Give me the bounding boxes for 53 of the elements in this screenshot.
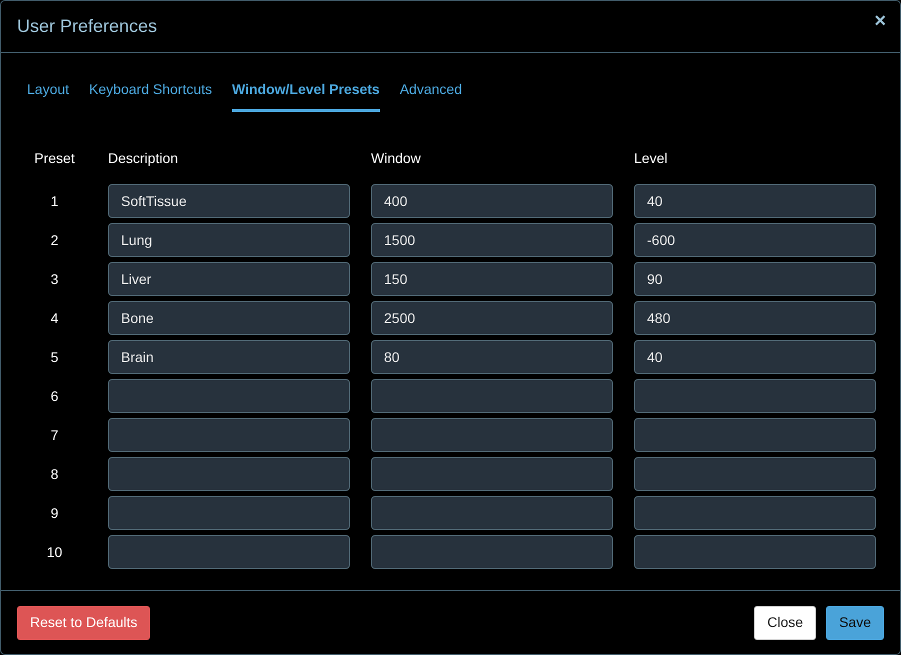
- preset-number: 10: [46, 544, 62, 560]
- preset-number: 1: [50, 192, 58, 208]
- close-button[interactable]: ×: [874, 11, 886, 31]
- description-field[interactable]: [108, 496, 350, 530]
- description-field[interactable]: [108, 535, 350, 569]
- window-field[interactable]: [371, 535, 613, 569]
- window-field[interactable]: 400: [371, 184, 613, 218]
- description-field[interactable]: Bone: [108, 301, 350, 335]
- window-field[interactable]: 150: [371, 262, 613, 296]
- description-field[interactable]: [108, 418, 350, 452]
- preset-number: 9: [50, 504, 58, 520]
- save-button[interactable]: Save: [826, 606, 884, 640]
- description-field[interactable]: SoftTissue: [108, 184, 350, 218]
- description-field[interactable]: [108, 457, 350, 491]
- preset-number: 2: [50, 232, 58, 248]
- level-field[interactable]: 90: [634, 262, 876, 296]
- window-field[interactable]: [371, 418, 613, 452]
- level-field[interactable]: [634, 496, 876, 530]
- level-field[interactable]: [634, 379, 876, 413]
- column-header: Description: [108, 149, 180, 168]
- tab[interactable]: Advanced: [400, 79, 462, 112]
- preset-number: 4: [50, 310, 58, 326]
- level-field[interactable]: 480: [634, 301, 876, 335]
- column-header: Window: [371, 149, 422, 168]
- window-field[interactable]: 1500: [371, 223, 613, 257]
- description-field[interactable]: Liver: [108, 262, 350, 296]
- level-field[interactable]: -600: [634, 223, 876, 257]
- description-field[interactable]: Lung: [108, 223, 350, 257]
- level-field[interactable]: [634, 457, 876, 491]
- tab[interactable]: Keyboard Shortcuts: [89, 79, 212, 112]
- reset-button[interactable]: Reset to Defaults: [17, 606, 150, 640]
- column-header: Level: [634, 149, 668, 168]
- level-field[interactable]: [634, 535, 876, 569]
- window-field[interactable]: [371, 496, 613, 530]
- column-header: Preset: [33, 149, 76, 168]
- window-field[interactable]: [371, 379, 613, 413]
- preset-number: 5: [50, 348, 58, 364]
- preset-number: 3: [50, 270, 58, 286]
- window-field[interactable]: 80: [371, 340, 613, 374]
- tab[interactable]: Window/Level Presets: [232, 79, 380, 112]
- window-field[interactable]: [371, 457, 613, 491]
- level-field[interactable]: 40: [634, 340, 876, 374]
- preset-number: 8: [50, 466, 58, 482]
- description-field[interactable]: [108, 379, 350, 413]
- description-field[interactable]: Brain: [108, 340, 350, 374]
- close-button[interactable]: Close: [754, 606, 816, 640]
- level-field[interactable]: 40: [634, 184, 876, 218]
- preset-number: 7: [50, 426, 58, 442]
- level-field[interactable]: [634, 418, 876, 452]
- window-field[interactable]: 2500: [371, 301, 613, 335]
- preset-number: 6: [50, 388, 58, 404]
- tab[interactable]: Layout: [27, 79, 70, 112]
- dialog-title: User Preferences: [17, 16, 158, 38]
